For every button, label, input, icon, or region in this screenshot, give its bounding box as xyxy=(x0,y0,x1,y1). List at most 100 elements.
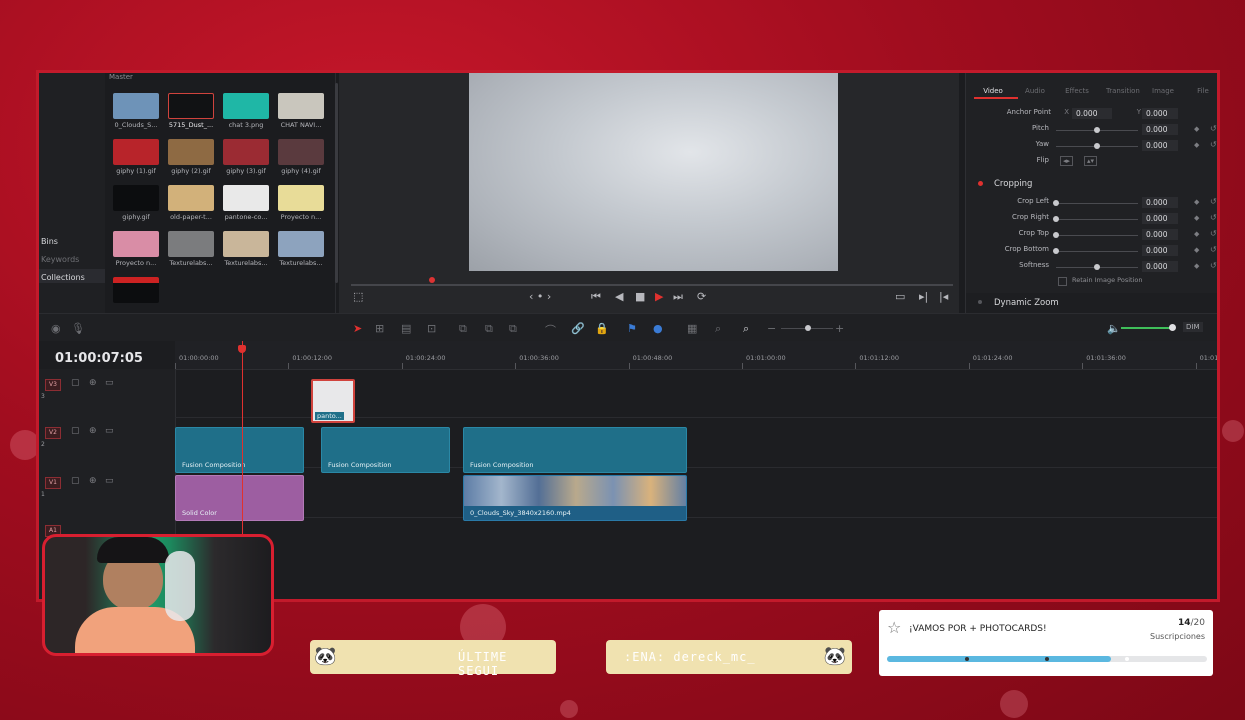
param-slider-handle[interactable] xyxy=(1094,143,1100,149)
clip-view-icon[interactable]: ▭ xyxy=(895,290,905,303)
anchor-x-field[interactable]: 0.000 xyxy=(1072,108,1112,119)
go-last-icon[interactable]: ⏭ xyxy=(673,290,683,304)
clip-thumbnail[interactable] xyxy=(113,93,159,119)
clip-thumbnail[interactable] xyxy=(168,139,214,165)
track-output-icon[interactable]: ▭ xyxy=(105,426,114,436)
anchor-y-field[interactable]: 0.000 xyxy=(1142,108,1178,119)
crop-tool-icon[interactable]: ⬚ xyxy=(353,290,363,303)
dynamic-zoom-header[interactable]: Dynamic Zoom xyxy=(966,293,1217,313)
cropping-enabled-icon[interactable] xyxy=(978,181,983,186)
link-icon[interactable]: 🔗 xyxy=(571,322,585,335)
timeline-playhead[interactable] xyxy=(238,345,246,353)
next-edit-icon[interactable]: ▸| xyxy=(919,290,928,303)
dim-button[interactable]: DIM xyxy=(1183,322,1203,332)
timeline-options-icon[interactable]: ◉ xyxy=(51,322,61,335)
timeline-clip[interactable]: Solid Color xyxy=(175,475,304,521)
reset-icon[interactable]: ↺ xyxy=(1210,124,1217,133)
clip-thumbnail[interactable] xyxy=(223,185,269,211)
sidebar-item-keywords[interactable]: Keywords xyxy=(41,255,79,264)
tab-effects[interactable]: Effects xyxy=(1062,87,1092,95)
track-output-icon[interactable]: ▭ xyxy=(105,378,114,388)
stop-icon[interactable]: ■ xyxy=(635,290,645,303)
go-first-icon[interactable]: ⏮ xyxy=(591,290,601,304)
reset-icon[interactable]: ↺ xyxy=(1210,229,1217,238)
volume-slider[interactable] xyxy=(1121,327,1171,329)
param-slider-handle[interactable] xyxy=(1053,232,1059,238)
param-slider[interactable] xyxy=(1056,251,1138,252)
clip-thumbnail[interactable] xyxy=(113,139,159,165)
reset-icon[interactable]: ↺ xyxy=(1210,261,1217,270)
clip-thumbnail[interactable] xyxy=(278,93,324,119)
keyframe-icon[interactable]: ◆ xyxy=(1194,141,1199,149)
flip-vertical-icon[interactable]: ▴▾ xyxy=(1084,156,1098,166)
flip-horizontal-icon[interactable]: ◂▸ xyxy=(1060,156,1074,166)
keyframe-icon[interactable]: ◆ xyxy=(1194,246,1199,254)
keyframe-icon[interactable]: ◆ xyxy=(1194,198,1199,206)
zoom-full-icon[interactable]: ▦ xyxy=(687,322,697,335)
tab-file[interactable]: File xyxy=(1188,87,1217,95)
clip-thumbnail[interactable] xyxy=(223,93,269,119)
clip-thumbnail[interactable] xyxy=(168,185,214,211)
track-badge[interactable]: V3 xyxy=(45,379,61,391)
clip-thumbnail[interactable] xyxy=(113,231,159,257)
marker-icon[interactable]: ● xyxy=(653,322,663,335)
param-value-field[interactable]: 0.000 xyxy=(1142,245,1178,256)
param-slider-handle[interactable] xyxy=(1094,264,1100,270)
jog-control-icon[interactable]: ‹ • › xyxy=(529,290,551,303)
prev-edit-icon[interactable]: |◂ xyxy=(939,290,948,303)
zoom-in-icon[interactable]: + xyxy=(835,322,844,335)
clip-thumbnail[interactable] xyxy=(223,139,269,165)
tab-audio[interactable]: Audio xyxy=(1020,87,1050,95)
reset-icon[interactable]: ↺ xyxy=(1210,197,1217,206)
zoom-out-icon[interactable]: − xyxy=(767,322,776,335)
cropping-section-title[interactable]: Cropping xyxy=(994,179,1032,189)
volume-icon[interactable]: 🔈 xyxy=(1107,322,1121,335)
play-icon[interactable]: ▶ xyxy=(655,290,663,303)
position-lock-icon[interactable]: 🔒 xyxy=(595,322,609,335)
timeline-clip[interactable]: 0_Clouds_Sky_3840x2160.mp4 xyxy=(463,475,687,521)
dynamic-trim-icon[interactable]: ⊡ xyxy=(427,322,436,335)
lock-icon[interactable]: ▢ xyxy=(71,378,80,388)
viewer-scrubber[interactable] xyxy=(351,284,953,286)
param-slider-handle[interactable] xyxy=(1053,248,1059,254)
reset-icon[interactable]: ↺ xyxy=(1210,213,1217,222)
param-slider[interactable] xyxy=(1056,219,1138,220)
param-value-field[interactable]: 0.000 xyxy=(1142,229,1178,240)
snapping-icon[interactable]: ⌒ xyxy=(545,322,556,338)
tab-transition[interactable]: Transition xyxy=(1106,87,1140,95)
param-slider-handle[interactable] xyxy=(1053,200,1059,206)
insert-clip-icon[interactable]: ⧉ xyxy=(459,322,467,336)
auto-select-icon[interactable]: ⊕ xyxy=(89,476,97,486)
zoom-custom-icon[interactable]: ⌕ xyxy=(743,322,749,336)
param-slider[interactable] xyxy=(1056,235,1138,236)
auto-select-icon[interactable]: ⊕ xyxy=(89,378,97,388)
overwrite-clip-icon[interactable]: ⧉ xyxy=(485,322,493,336)
timeline-ruler[interactable]: 01:00:00:00 01:00:12:00 01:00:24:00 01:00:3… xyxy=(175,341,1217,370)
flag-icon[interactable]: ⚑ xyxy=(627,322,637,335)
zoom-slider-handle[interactable] xyxy=(805,325,811,331)
param-slider-handle[interactable] xyxy=(1053,216,1059,222)
clip-thumbnail[interactable] xyxy=(113,277,159,303)
sidebar-item-collections[interactable]: Collections xyxy=(41,273,85,282)
param-slider[interactable] xyxy=(1056,203,1138,204)
sidebar-item-bins[interactable]: Bins xyxy=(41,237,58,246)
loop-icon[interactable]: ⟳ xyxy=(697,290,706,303)
mic-icon[interactable]: 🎙 xyxy=(71,322,85,335)
param-value-field[interactable]: 0.000 xyxy=(1142,197,1178,208)
param-value-field[interactable]: 0.000 xyxy=(1142,140,1178,151)
keyframe-icon[interactable]: ◆ xyxy=(1194,125,1199,133)
volume-slider-handle[interactable] xyxy=(1169,324,1176,331)
clip-thumbnail[interactable] xyxy=(278,139,324,165)
reset-icon[interactable]: ↺ xyxy=(1210,245,1217,254)
tab-video[interactable]: Video xyxy=(978,87,1008,95)
dynamic-zoom-toggle-icon[interactable] xyxy=(978,300,982,304)
trim-tool-icon[interactable]: ⊞ xyxy=(375,322,384,335)
tab-image[interactable]: Image xyxy=(1148,87,1178,95)
track-badge[interactable]: V2 xyxy=(45,427,61,439)
lock-icon[interactable]: ▢ xyxy=(71,476,80,486)
selection-tool-icon[interactable]: ➤ xyxy=(353,322,362,335)
keyframe-icon[interactable]: ◆ xyxy=(1194,214,1199,222)
clip-thumbnail[interactable] xyxy=(168,231,214,257)
keyframe-icon[interactable]: ◆ xyxy=(1194,262,1199,270)
blade-tool-icon[interactable]: ▤ xyxy=(401,322,411,335)
